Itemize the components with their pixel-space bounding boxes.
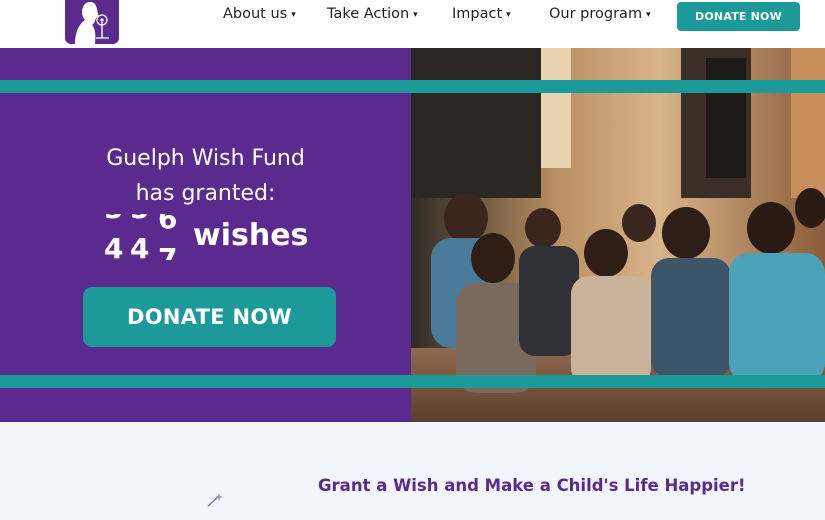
nav-label: Take Action xyxy=(327,6,410,22)
header-donate-button[interactable]: DONATE NOW xyxy=(677,2,800,31)
guelph-wish-fund-logo[interactable] xyxy=(65,0,119,44)
hero-section: Guelph Wish Fund has granted: 5 5 6 4 4 … xyxy=(0,48,825,422)
site-header: About us ▾ Take Action ▾ Impact ▾ Our progr… xyxy=(0,0,825,48)
digit-top-3: 6 xyxy=(158,214,178,235)
digit-top-2: 5 xyxy=(130,214,149,225)
dandelion-child-icon xyxy=(75,1,109,44)
digit-bottom-2: 4 xyxy=(130,232,150,260)
teal-stripe-top xyxy=(0,80,825,93)
wishes-label: wishes xyxy=(193,218,309,253)
chevron-down-icon: ▾ xyxy=(413,10,418,20)
magic-wand-icon xyxy=(207,493,223,507)
chevron-down-icon: ▾ xyxy=(506,10,511,20)
hero-granted-label: has granted: xyxy=(135,181,276,206)
digit-top-1: 5 xyxy=(104,214,123,225)
nav-item-impact[interactable]: Impact ▾ xyxy=(452,6,511,22)
digit-bottom-3: 7 xyxy=(158,242,178,260)
chevron-down-icon: ▾ xyxy=(291,10,296,20)
nav-item-our-program[interactable]: Our program ▾ xyxy=(549,6,651,22)
nav-label: About us xyxy=(223,6,288,22)
nav-label: Our program xyxy=(549,6,643,22)
chevron-down-icon: ▾ xyxy=(646,10,651,20)
hero-org-name: Guelph Wish Fund xyxy=(106,146,305,171)
children-photo xyxy=(411,48,825,422)
hero-donate-button[interactable]: DONATE NOW xyxy=(83,287,336,347)
rolling-digits: 5 5 6 4 4 7 xyxy=(104,214,184,260)
nav-item-take-action[interactable]: Take Action ▾ xyxy=(327,6,418,22)
section-tagline: Grant a Wish and Make a Child's Life Hap… xyxy=(318,476,746,495)
teal-stripe-bottom xyxy=(0,375,825,388)
nav-label: Impact xyxy=(452,6,503,22)
intro-section: Grant a Wish and Make a Child's Life Hap… xyxy=(0,422,825,520)
classroom-children-image xyxy=(411,48,825,422)
nav-item-about-us[interactable]: About us ▾ xyxy=(223,6,296,22)
digit-bottom-1: 4 xyxy=(104,232,124,260)
